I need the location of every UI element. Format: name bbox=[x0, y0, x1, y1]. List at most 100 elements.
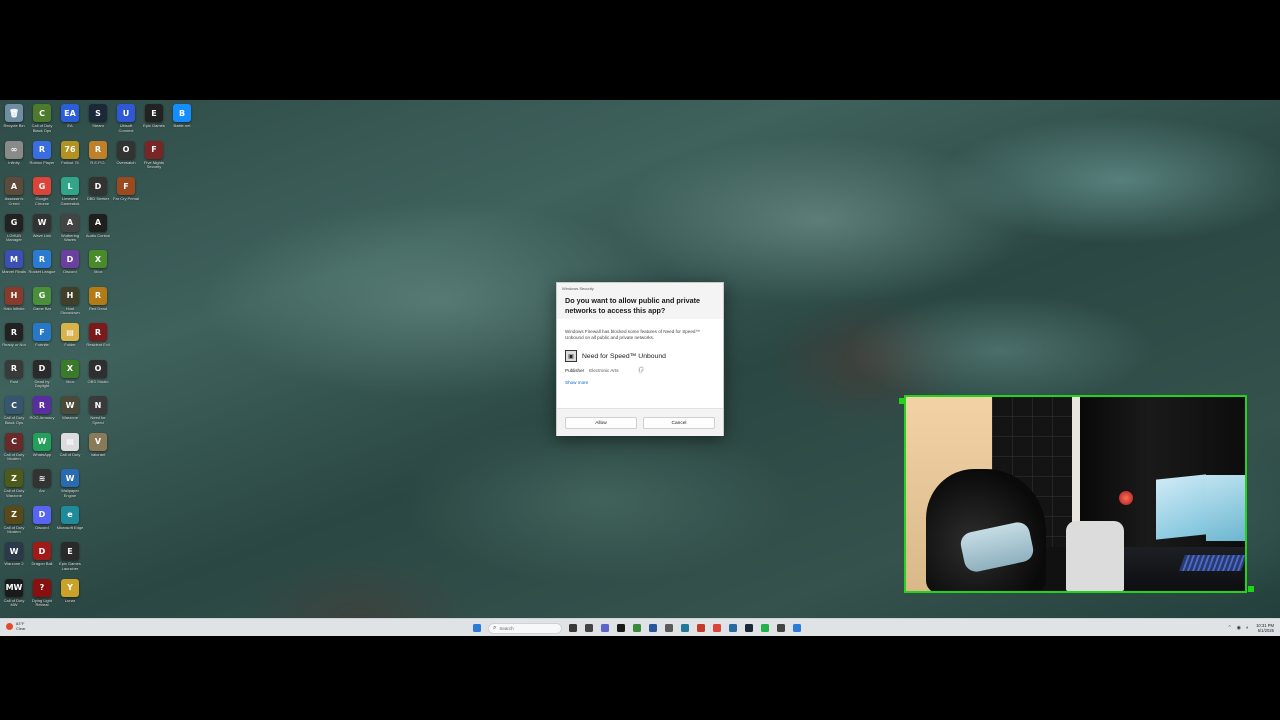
taskbar-search[interactable]: ⌕ Search bbox=[488, 622, 562, 634]
desktop-icon[interactable]: W Wallpaper Engine bbox=[56, 467, 84, 503]
desktop-icon-label: Discord bbox=[35, 525, 49, 530]
desktop-icon-label: Wuthering Waves bbox=[60, 233, 80, 242]
desktop-icon[interactable]: ▤ Call of Duty bbox=[56, 431, 84, 467]
desktop-icon[interactable]: M Marvel Rivals bbox=[0, 248, 28, 284]
desktop-icon[interactable]: W Warzone bbox=[56, 394, 84, 430]
desktop-icon[interactable]: W Warzone 2 bbox=[0, 540, 28, 576]
taskbar-app-icon bbox=[632, 624, 641, 632]
taskbar-task-view[interactable] bbox=[566, 622, 579, 635]
desktop-icon[interactable]: Z Call of Duty Warzone bbox=[0, 467, 28, 503]
desktop-icon[interactable]: ≋ Arc bbox=[28, 467, 56, 503]
desktop-icon[interactable]: A Wuthering Waves bbox=[56, 212, 84, 248]
desktop-icon[interactable]: ∞ Infinity bbox=[0, 139, 28, 175]
desktop-icon[interactable]: X Xbox bbox=[84, 248, 112, 284]
taskbar-app-12[interactable] bbox=[758, 622, 771, 635]
desktop-icon-label: LGHUB Manager bbox=[6, 233, 22, 242]
desktop-icon[interactable]: ? Dying Light Retreat bbox=[28, 577, 56, 613]
desktop-icon[interactable]: L Limewire Gamestick bbox=[56, 175, 84, 211]
desktop-icon[interactable]: N Need for Speed bbox=[84, 394, 112, 430]
desktop-icon[interactable]: R Rust bbox=[0, 358, 28, 394]
desktop-icon[interactable]: A Assassin's Creed Shadows bbox=[0, 175, 28, 211]
desktop-icon[interactable]: 🗑 Recycle Bin bbox=[0, 102, 28, 138]
desktop-icon[interactable]: G Google Chrome bbox=[28, 175, 56, 211]
taskbar-app-6[interactable] bbox=[662, 622, 675, 635]
desktop-icon[interactable]: R ROG Armoury bbox=[28, 394, 56, 430]
desktop-icon[interactable]: X Xbox bbox=[56, 358, 84, 394]
network-icon[interactable]: ◉ bbox=[1237, 625, 1241, 631]
desktop-icon[interactable]: MW Call of Duty MW bbox=[0, 577, 28, 613]
taskbar-app-9[interactable] bbox=[710, 622, 723, 635]
desktop-icon[interactable]: Y Lunar bbox=[56, 577, 84, 613]
app-icon: W bbox=[5, 542, 23, 560]
app-icon: ∞ bbox=[5, 140, 23, 159]
desktop-icon[interactable]: A Audio Control bbox=[84, 212, 112, 248]
desktop-icons: 🗑 Recycle Bin C Call of Duty Black Ops EA EA S… bbox=[0, 102, 200, 612]
app-icon: 🗑 bbox=[5, 104, 23, 122]
app-icon: R bbox=[89, 323, 107, 341]
desktop-icon[interactable]: O OBS Studio bbox=[84, 358, 112, 394]
taskbar-app-5[interactable] bbox=[646, 622, 659, 635]
desktop-icon-label: Xbox bbox=[93, 270, 103, 274]
desktop-icon[interactable]: R Red Dead bbox=[84, 285, 112, 321]
taskbar-app-1[interactable] bbox=[582, 622, 595, 635]
desktop-icon[interactable]: E Epic Games Launcher bbox=[56, 540, 84, 576]
show-more-link[interactable]: Show more bbox=[565, 380, 588, 385]
taskbar-app-7[interactable] bbox=[678, 622, 691, 635]
volume-icon[interactable]: ◐ bbox=[1246, 625, 1249, 631]
taskbar-app-icon bbox=[696, 624, 705, 632]
desktop-icon[interactable]: D Dragon Ball bbox=[28, 540, 56, 576]
app-icon: D bbox=[33, 542, 51, 560]
desktop-icon[interactable]: U Ubisoft Connect bbox=[112, 102, 140, 138]
desktop-icon[interactable]: R Ready or Not bbox=[0, 321, 28, 357]
desktop-icon[interactable]: G LGHUB Manager bbox=[0, 212, 28, 248]
taskbar-app-11[interactable] bbox=[742, 622, 755, 635]
clock[interactable]: 10:31 PM 5/1/2025 bbox=[1256, 623, 1274, 633]
desktop-icon[interactable]: D Discord bbox=[56, 248, 84, 284]
desktop-icon[interactable]: B Battle.net bbox=[168, 102, 196, 138]
desktop-icon-label: Hunt Showdown bbox=[60, 306, 80, 315]
cancel-button[interactable]: Cancel bbox=[643, 417, 715, 429]
desktop-icon[interactable]: F Five Nights Security bbox=[140, 139, 168, 175]
desktop-icon[interactable]: R R.E.P.O. bbox=[84, 139, 112, 175]
weather-widget[interactable]: 83°F Clear bbox=[6, 621, 26, 631]
desktop-icon-label: Limewire Gamestick bbox=[60, 197, 80, 206]
desktop-icon[interactable]: e Microsoft Edge bbox=[56, 504, 84, 540]
taskbar-app-4[interactable] bbox=[630, 622, 643, 635]
desktop-icon[interactable]: 76 Fallout 76 bbox=[56, 139, 84, 175]
desktop-icon[interactable]: D DBD Seeker bbox=[84, 175, 112, 211]
desktop-icon[interactable]: S Steam bbox=[84, 102, 112, 138]
taskbar-app-13[interactable] bbox=[774, 622, 787, 635]
chevron-up-icon[interactable]: ⌃ bbox=[1227, 625, 1231, 631]
desktop-icon[interactable]: EA EA bbox=[56, 102, 84, 138]
taskbar-app-icon bbox=[728, 624, 737, 632]
desktop-icon[interactable]: D Dead by Daylight bbox=[28, 358, 56, 394]
desktop-icon[interactable]: C Call of Duty Black Ops bbox=[0, 394, 28, 430]
taskbar-start-button[interactable] bbox=[470, 622, 483, 635]
desktop-icon[interactable]: R Roblox Player bbox=[28, 139, 56, 175]
taskbar-app-14[interactable] bbox=[790, 622, 803, 635]
desktop-icon[interactable]: C Call of Duty Modern bbox=[0, 431, 28, 467]
taskbar-app-icon bbox=[712, 624, 721, 632]
taskbar-app-8[interactable] bbox=[694, 622, 707, 635]
desktop-icon[interactable]: W Wave Link bbox=[28, 212, 56, 248]
desktop-icon[interactable]: G Game Bar bbox=[28, 285, 56, 321]
desktop-icon[interactable]: Z Call of Duty Modern bbox=[0, 504, 28, 540]
desktop-icon[interactable]: E Epic Games bbox=[140, 102, 168, 138]
desktop-icon[interactable]: C Call of Duty Black Ops bbox=[28, 102, 56, 138]
desktop-icon[interactable]: F Far Cry Primal bbox=[112, 175, 140, 211]
desktop-icon[interactable]: W WhatsApp bbox=[28, 431, 56, 467]
desktop-icon[interactable]: R Rocket League bbox=[28, 248, 56, 284]
desktop-icon[interactable]: H Hunt Showdown bbox=[56, 285, 84, 321]
allow-button[interactable]: Allow bbox=[565, 417, 637, 429]
desktop-icon[interactable]: ▤ Folder bbox=[56, 321, 84, 357]
desktop-icon[interactable]: H Halo Infinite bbox=[0, 285, 28, 321]
taskbar-app-10[interactable] bbox=[726, 622, 739, 635]
desktop-icon[interactable]: D Discord bbox=[28, 504, 56, 540]
taskbar-app-2[interactable] bbox=[598, 622, 611, 635]
desktop-icon[interactable]: O Overwatch bbox=[112, 139, 140, 175]
desktop-icon[interactable]: V Valorant bbox=[84, 431, 112, 467]
desktop-icon[interactable]: R Resident Evil bbox=[84, 321, 112, 357]
taskbar-app-3[interactable] bbox=[614, 622, 627, 635]
search-icon: ⌕ bbox=[493, 624, 497, 631]
desktop-icon[interactable]: F Fortnite bbox=[28, 321, 56, 357]
